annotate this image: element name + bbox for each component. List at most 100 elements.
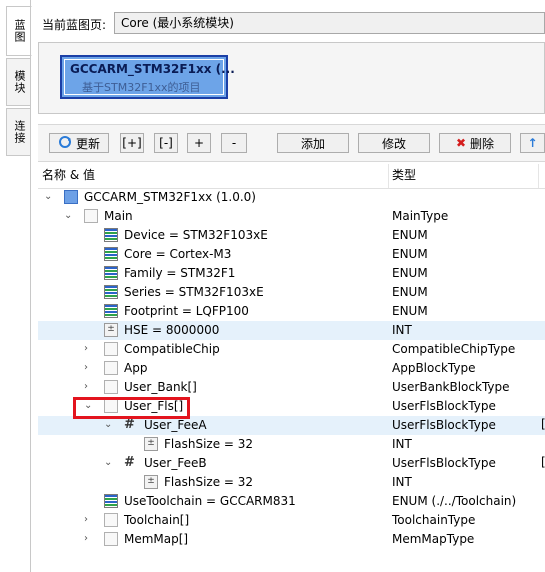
tree-row[interactable]: › Toolchain[] ToolchainType	[38, 511, 545, 530]
tree-row-type: ToolchainType	[392, 513, 476, 527]
tab-divider	[30, 0, 31, 572]
column-name-header[interactable]: 名称 & 值	[42, 164, 95, 189]
tree-row[interactable]: Series = STM32F103xE ENUM	[38, 283, 545, 302]
tree-row-label: FlashSize = 32	[164, 475, 254, 489]
module-subtitle: 基于STM32F1xx的项目	[82, 81, 201, 94]
hash-icon: #	[124, 455, 135, 470]
tree-row-type: INT	[392, 323, 412, 337]
tree-row-type: INT	[392, 437, 412, 451]
tree-row[interactable]: ± FlashSize = 32 INT	[38, 435, 545, 454]
module-title: GCCARM_STM32F1xx (...	[70, 62, 235, 76]
tree-row-label: Toolchain[]	[124, 513, 190, 527]
tab-modules[interactable]: 模块	[6, 58, 31, 106]
tree-row[interactable]: ⌄ Main MainType	[38, 207, 545, 226]
node-icon	[104, 380, 118, 394]
tree-row-label: App	[124, 361, 148, 375]
tab-blueprint[interactable]: 蓝图	[6, 6, 32, 56]
chevron-right-icon[interactable]: ›	[84, 344, 88, 354]
node-icon	[104, 532, 118, 546]
tab-modules-label: 模块	[13, 70, 26, 94]
tree-row-type: INT	[392, 475, 412, 489]
tree-row-type: UserFlsBlockType	[392, 399, 496, 413]
tree-row-label: FlashSize = 32	[164, 437, 254, 451]
expand-button[interactable]: +	[187, 133, 211, 153]
module-block[interactable]: GCCARM_STM32F1xx (... 基于STM32F1xx的项目	[60, 55, 235, 99]
tab-blueprint-label: 蓝图	[13, 19, 26, 43]
tree-row-type: ENUM	[392, 247, 428, 261]
node-icon	[104, 513, 118, 527]
add-button[interactable]: 添加	[277, 133, 349, 153]
chevron-right-icon[interactable]: ›	[84, 534, 88, 544]
tree-row[interactable]: Family = STM32F1 ENUM	[38, 264, 545, 283]
tree-row[interactable]: Core = Cortex-M3 ENUM	[38, 245, 545, 264]
delete-button[interactable]: ✖ 删除	[439, 133, 511, 153]
chevron-right-icon[interactable]: ›	[84, 515, 88, 525]
highlight-box	[73, 397, 190, 419]
tree-row[interactable]: › CompatibleChip CompatibleChipType	[38, 340, 545, 359]
chevron-down-icon[interactable]: ⌄	[104, 420, 112, 430]
int-icon: ±	[144, 437, 158, 451]
tree-row-type: MemMapType	[392, 532, 475, 546]
tree-row-label: CompatibleChip	[124, 342, 220, 356]
tree-row-label: Main	[104, 209, 133, 223]
collapse-all-button[interactable]: [-]	[154, 133, 178, 153]
tree-row-type: UserFlsBlockType	[392, 418, 496, 432]
enum-icon	[104, 304, 118, 318]
tree-row-type: ENUM	[392, 304, 428, 318]
expand-all-button[interactable]: [+]	[120, 133, 144, 153]
tab-connections-label: 连接	[13, 120, 26, 144]
chevron-down-icon[interactable]: ⌄	[64, 211, 72, 221]
collapse-button[interactable]: -	[221, 133, 247, 153]
enum-icon	[104, 228, 118, 242]
tree-row[interactable]: ⌄ # User_FeeB UserFlsBlockType [	[38, 454, 545, 473]
tree-row-type: ENUM	[392, 285, 428, 299]
delete-label: 删除	[470, 136, 495, 151]
tree-row-label: Family = STM32F1	[124, 266, 236, 280]
column-type-header[interactable]: 类型	[392, 164, 417, 189]
move-up-button[interactable]: ↑	[520, 133, 545, 153]
refresh-label: 更新	[75, 136, 100, 151]
tree-row-label: Core = Cortex-M3	[124, 247, 232, 261]
tree-row[interactable]: › MemMap[] MemMapType	[38, 530, 545, 549]
tree-row[interactable]: ± FlashSize = 32 INT	[38, 473, 545, 492]
tree-row[interactable]: UseToolchain = GCCARM831 ENUM (./../Tool…	[38, 492, 545, 511]
tree-row[interactable]: Footprint = LQFP100 ENUM	[38, 302, 545, 321]
tree-row-type: MainType	[392, 209, 449, 223]
chevron-down-icon[interactable]: ⌄	[44, 192, 52, 202]
tree-header	[38, 164, 545, 189]
column-separator	[538, 164, 539, 188]
chevron-right-icon[interactable]: ›	[84, 382, 88, 392]
tree-row-selected[interactable]: ± HSE = 8000000 INT	[38, 321, 545, 340]
enum-icon	[104, 285, 118, 299]
tree-row-label: MemMap[]	[124, 532, 189, 546]
tree-row-label: Device = STM32F103xE	[124, 228, 268, 242]
reference-enum-icon	[104, 494, 118, 508]
node-icon	[84, 209, 98, 223]
tree-row-label: GCCARM_STM32F1xx (1.0.0)	[84, 190, 256, 204]
tree-row-type: CompatibleChipType	[392, 342, 516, 356]
tree-row-root[interactable]: ⌄ GCCARM_STM32F1xx (1.0.0)	[38, 188, 545, 207]
tree-row-label: HSE = 8000000	[124, 323, 220, 337]
refresh-button[interactable]: 更新	[49, 133, 109, 153]
chevron-down-icon[interactable]: ⌄	[104, 458, 112, 468]
current-page-select[interactable]: Core (最小系统模块)	[114, 12, 545, 34]
hash-icon: #	[124, 417, 135, 432]
tree-row-extra: [	[541, 455, 545, 469]
chevron-right-icon[interactable]: ›	[84, 363, 88, 373]
tree-row[interactable]: › App AppBlockType	[38, 359, 545, 378]
enum-icon	[104, 247, 118, 261]
tree-row-label: User_FeeB	[144, 456, 207, 470]
delete-icon: ✖	[455, 136, 467, 150]
tree-row-label: UseToolchain = GCCARM831	[124, 494, 296, 508]
tree-row-type: ENUM	[392, 266, 428, 280]
tree-row[interactable]: Device = STM32F103xE ENUM	[38, 226, 545, 245]
tab-connections[interactable]: 连接	[6, 108, 31, 156]
tree-row-type: ENUM (./../Toolchain)	[392, 494, 517, 508]
edit-button[interactable]: 修改	[358, 133, 430, 153]
tree-row-type: UserFlsBlockType	[392, 456, 496, 470]
tree-row-label: Footprint = LQFP100	[124, 304, 249, 318]
current-page-value: Core (最小系统模块)	[121, 16, 234, 30]
tree-row-extra: [	[541, 417, 545, 431]
tree-row-type: AppBlockType	[392, 361, 476, 375]
tree-row[interactable]: › User_Bank[] UserBankBlockType	[38, 378, 545, 397]
